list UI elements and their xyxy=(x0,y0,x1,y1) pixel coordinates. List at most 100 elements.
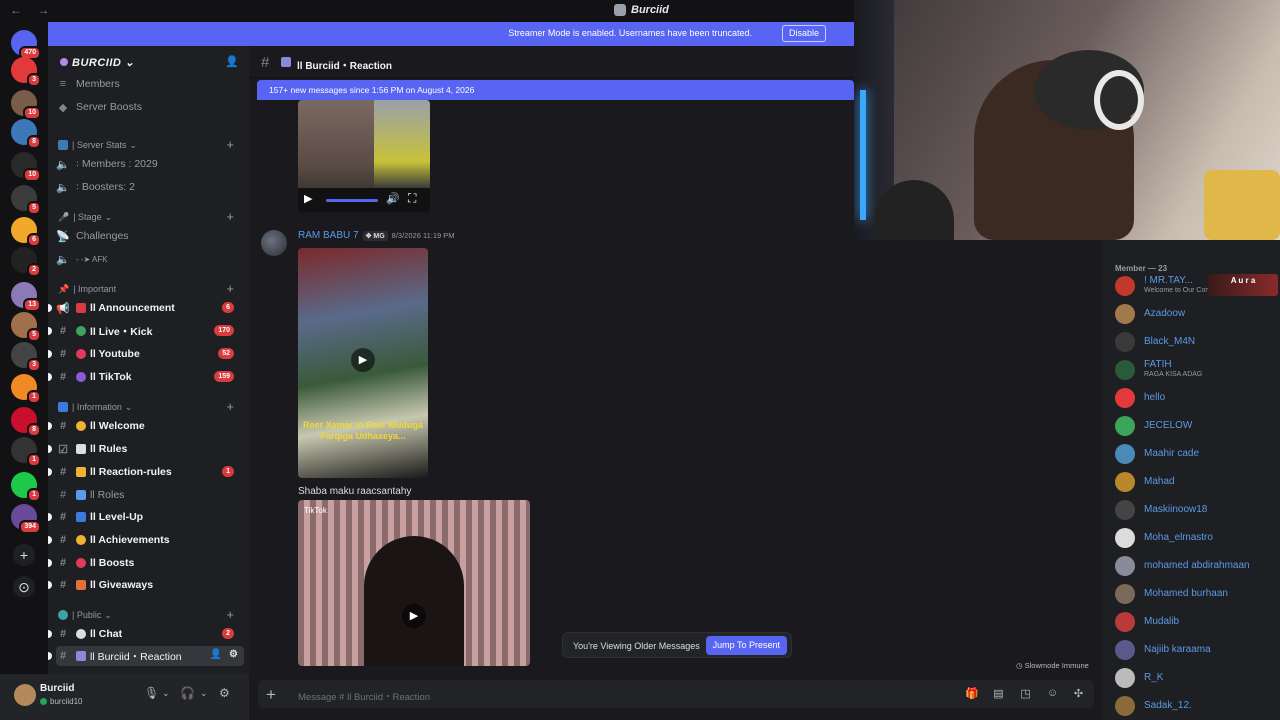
server-icon[interactable]: 394 xyxy=(11,504,41,534)
message-input[interactable]: Message # ll Burciid・Reaction xyxy=(298,689,430,703)
member-item[interactable]: Maahir cade xyxy=(1113,442,1278,466)
server-icon[interactable]: 1 xyxy=(11,437,41,467)
category-stage[interactable]: 🎤 | Stage ⌄ + xyxy=(58,209,244,224)
author-name[interactable]: RAM BABU 7 xyxy=(298,230,359,241)
disable-button[interactable]: Disable xyxy=(781,25,826,42)
server-icon[interactable]: 10 xyxy=(11,90,41,120)
server-icon[interactable]: 8 xyxy=(11,119,41,149)
member-item[interactable]: Sadak_12. xyxy=(1113,694,1278,718)
category-public[interactable]: | Public ⌄ + xyxy=(58,607,244,622)
channel-giveaways[interactable]: # ll Giveaways xyxy=(48,575,244,595)
channel-announcement[interactable]: 📢 ll Announcement 6 xyxy=(48,298,244,318)
gear-icon[interactable]: ⚙ xyxy=(219,686,230,700)
member-item[interactable]: JECELOW xyxy=(1113,414,1278,438)
server-icon[interactable]: 1 xyxy=(11,472,41,502)
new-messages-bar[interactable]: 157+ new messages since 1:56 PM on Augus… xyxy=(257,80,854,100)
channel-live-kick[interactable]: # ll Live・Kick 170 xyxy=(48,321,244,341)
channel-burciid-reaction[interactable]: # ll Burciid・Reaction 👤 ⚙ xyxy=(48,646,244,666)
channel-level-up[interactable]: # ll Level-Up xyxy=(48,507,244,527)
jump-to-present-button[interactable]: Jump To Present xyxy=(705,636,787,655)
server-icon[interactable]: 470 xyxy=(11,30,41,60)
chevron-down-icon[interactable]: ⌄ xyxy=(162,688,170,699)
add-channel-icon[interactable]: + xyxy=(226,281,234,296)
invite-icon[interactable]: 👤 xyxy=(225,55,239,69)
category-information[interactable]: | Information ⌄ + xyxy=(58,399,244,414)
member-item[interactable]: Moha_elmastro xyxy=(1113,526,1278,550)
member-item[interactable]: hello xyxy=(1113,386,1278,410)
headphones-icon[interactable]: 🎧 xyxy=(180,686,195,700)
gif-icon[interactable]: ▤ xyxy=(992,687,1005,700)
server-icon[interactable]: 5 xyxy=(11,185,41,215)
category-important[interactable]: 📌 | Important + xyxy=(58,281,244,296)
sidebar-item-afk[interactable]: 🔈 - -➤ AFK xyxy=(56,249,244,269)
emoji-icon[interactable]: ☺ xyxy=(1046,687,1059,700)
member-item[interactable]: R_K xyxy=(1113,666,1278,690)
member-item[interactable]: ! MR.TAY... Welcome to Our Communi... A u … xyxy=(1113,274,1278,298)
server-icon[interactable]: 5 xyxy=(11,312,41,342)
member-item[interactable]: FATIH RAGA KISA ADAG xyxy=(1113,358,1278,382)
play-icon[interactable]: ▶ xyxy=(402,604,426,628)
volume-icon[interactable]: 🔊 xyxy=(386,192,400,205)
sidebar-item-challenges[interactable]: 📡 Challenges xyxy=(56,226,244,246)
server-icon[interactable]: 3 xyxy=(11,342,41,372)
volume-slider[interactable] xyxy=(326,199,378,202)
server-icon[interactable]: 2 xyxy=(11,247,41,277)
server-icon[interactable]: 1 xyxy=(11,374,41,404)
video-attachment[interactable]: ▶ 🔊 ⛶ xyxy=(298,100,430,212)
member-item[interactable]: Najiib karaama xyxy=(1113,638,1278,662)
sidebar-item-members[interactable]: ≡ Members xyxy=(56,74,244,94)
member-item[interactable]: Mahad xyxy=(1113,470,1278,494)
member-item[interactable]: Azadoow xyxy=(1113,302,1278,326)
member-item[interactable]: Black_M4N xyxy=(1113,330,1278,354)
chevron-down-icon[interactable]: ⌄ xyxy=(200,688,208,699)
older-messages-text: You're Viewing Older Messages xyxy=(573,641,700,651)
member-item[interactable]: Mudalib xyxy=(1113,610,1278,634)
add-server-button[interactable]: + xyxy=(13,544,35,566)
member-item[interactable]: Mohamed burhaan xyxy=(1113,582,1278,606)
channel-reaction-rules[interactable]: # ll Reaction-rules 1 xyxy=(48,462,244,482)
category-server-stats[interactable]: | Server Stats ⌄ + xyxy=(58,137,244,152)
avatar[interactable] xyxy=(261,230,287,256)
sidebar-item-members-count[interactable]: 🔈 ꞉ Members : 2029 xyxy=(56,154,244,174)
sidebar-item-boosters-count[interactable]: 🔈 ꞉ Boosters: 2 xyxy=(56,177,244,197)
play-icon[interactable]: ▶ xyxy=(304,192,312,205)
channel-welcome[interactable]: # ll Welcome xyxy=(48,416,244,436)
video-attachment[interactable]: ▶ Reer Xamar io Reer Muduga Farqiga Udha… xyxy=(298,248,428,478)
sticker-icon[interactable]: ◳ xyxy=(1019,687,1032,700)
channel-roles[interactable]: # ll Roles xyxy=(56,485,244,505)
add-channel-icon[interactable]: + xyxy=(226,399,234,414)
member-name: Black_M4N xyxy=(1144,336,1196,347)
channel-chat[interactable]: # ll Chat 2 xyxy=(48,624,244,644)
server-icon[interactable]: 13 xyxy=(11,282,41,312)
server-icon[interactable]: 6 xyxy=(11,217,41,247)
channel-youtube[interactable]: # ll Youtube 52 xyxy=(48,344,244,364)
add-channel-icon[interactable]: + xyxy=(226,137,234,152)
gear-icon[interactable]: ⚙ xyxy=(229,649,238,660)
member-item[interactable]: Maskiinoow18 xyxy=(1113,498,1278,522)
channel-rules[interactable]: ☑ ll Rules xyxy=(48,439,244,459)
explore-icon[interactable]: ⊙ xyxy=(13,576,35,598)
microphone-icon[interactable]: 🎙 xyxy=(144,686,159,700)
member-item[interactable]: mohamed abdirahmaan xyxy=(1113,554,1278,578)
server-icon[interactable]: 3 xyxy=(11,57,41,87)
add-channel-icon[interactable]: + xyxy=(226,209,234,224)
attach-icon[interactable]: + xyxy=(266,685,276,705)
play-icon[interactable]: ▶ xyxy=(351,348,375,372)
message-composer[interactable]: + Message # ll Burciid・Reaction 🎁 ▤ ◳ ☺ … xyxy=(258,680,1094,708)
category-label: | Server Stats xyxy=(72,140,127,150)
channel-achievements[interactable]: # ll Achievements xyxy=(48,530,244,550)
channel-tiktok[interactable]: # ll TikTok 159 xyxy=(48,367,244,387)
avatar[interactable] xyxy=(14,684,36,706)
video-attachment[interactable]: TikTok ▶ xyxy=(298,500,530,666)
server-icon[interactable]: 8 xyxy=(11,407,41,437)
gift-icon[interactable]: 🎁 xyxy=(965,687,979,700)
nav-arrows[interactable]: ← → xyxy=(10,3,55,17)
fullscreen-icon[interactable]: ⛶ xyxy=(408,191,416,206)
server-icon[interactable]: 10 xyxy=(11,152,41,182)
add-channel-icon[interactable]: + xyxy=(226,607,234,622)
apps-icon[interactable]: ✣ xyxy=(1072,687,1085,700)
channel-boosts[interactable]: # ll Boosts xyxy=(48,553,244,573)
sidebar-item-label: ll Giveaways xyxy=(90,579,154,591)
sidebar-item-server-boosts[interactable]: ◆ Server Boosts xyxy=(56,97,244,117)
invite-icon[interactable]: 👤 xyxy=(210,649,222,660)
